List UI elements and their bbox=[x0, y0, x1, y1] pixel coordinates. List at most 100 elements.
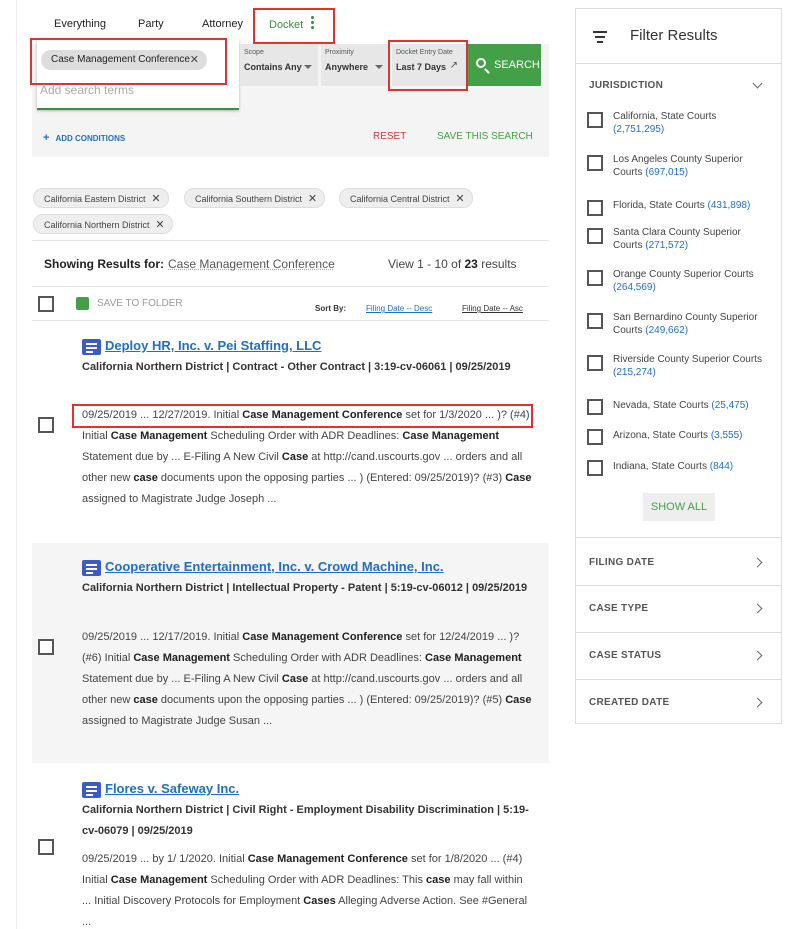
more-vert-icon[interactable] bbox=[311, 16, 315, 31]
search-terms-box[interactable]: Case Management Conference ✕ Add search … bbox=[30, 38, 239, 110]
result-checkbox[interactable] bbox=[38, 639, 54, 655]
tab-party[interactable]: Party bbox=[138, 18, 164, 30]
tab-docket[interactable]: Docket bbox=[253, 8, 335, 44]
filter-title: Filter Results bbox=[630, 27, 718, 44]
result-card: Cooperative Entertainment, Inc. v. Crowd… bbox=[32, 543, 549, 763]
add-conditions-button[interactable]: + ADD CONDITIONS bbox=[43, 132, 125, 144]
close-icon[interactable]: ✕ bbox=[190, 50, 199, 70]
proximity-dropdown[interactable]: Proximity Anywhere bbox=[321, 44, 389, 86]
result-meta: California Northern District | Contract … bbox=[82, 361, 511, 373]
proximity-value: Anywhere bbox=[325, 62, 369, 72]
filter-chip-label: California Northern District bbox=[44, 220, 150, 230]
search-button[interactable]: SEARCH bbox=[468, 44, 541, 86]
caret-down-icon bbox=[375, 65, 383, 69]
scope-dropdown[interactable]: Scope Contains Any bbox=[240, 44, 318, 86]
close-icon[interactable]: ✕ bbox=[155, 215, 164, 235]
highlight-outline bbox=[388, 40, 468, 91]
jurisdiction-checkbox[interactable] bbox=[587, 112, 603, 128]
result-snippet: 09/25/2019 ... by 1/ 1/2020. Initial Cas… bbox=[82, 853, 528, 928]
filing-date-section-title[interactable]: FILING DATE bbox=[589, 557, 654, 568]
jurisdiction-checkbox[interactable] bbox=[587, 155, 603, 171]
filter-chip[interactable]: California Southern District ✕ bbox=[184, 188, 326, 209]
result-checkbox[interactable] bbox=[38, 839, 54, 855]
created-date-section-title[interactable]: CREATED DATE bbox=[589, 697, 669, 708]
filter-sidebar: Filter Results JURISDICTION California, … bbox=[575, 8, 782, 724]
results-for-label: Showing Results for: Case Management Conf… bbox=[44, 257, 335, 271]
document-icon bbox=[82, 560, 101, 576]
filter-chip[interactable]: California Central District ✕ bbox=[339, 188, 473, 208]
close-icon[interactable]: ✕ bbox=[455, 189, 464, 209]
chevron-right-icon[interactable] bbox=[752, 603, 763, 614]
result-title-link[interactable]: Cooperative Entertainment, Inc. v. Crowd… bbox=[105, 559, 444, 574]
result-meta: California Northern District | Intellect… bbox=[82, 582, 528, 594]
jurisdiction-checkbox[interactable] bbox=[587, 399, 603, 415]
plus-icon: + bbox=[43, 132, 50, 144]
results-query: Case Management Conference bbox=[168, 257, 335, 271]
chevron-right-icon[interactable] bbox=[752, 557, 763, 568]
filter-chip[interactable]: California Eastern District ✕ bbox=[33, 188, 169, 208]
jurisdiction-checkbox[interactable] bbox=[587, 460, 603, 476]
sort-filing-date-asc[interactable]: Filing Date -- Asc bbox=[462, 304, 523, 313]
search-term-chip-label: Case Management Conference bbox=[51, 54, 190, 65]
jurisdiction-checkbox[interactable] bbox=[587, 228, 603, 244]
case-status-section-title[interactable]: CASE STATUS bbox=[589, 650, 661, 661]
search-icon bbox=[476, 58, 486, 68]
divider bbox=[576, 537, 781, 538]
sort-filing-date-desc[interactable]: Filing Date -- Desc bbox=[366, 304, 432, 313]
filter-chip-label: California Central District bbox=[350, 194, 450, 204]
tab-attorney[interactable]: Attorney bbox=[202, 18, 243, 30]
folder-save-icon bbox=[76, 297, 89, 310]
search-term-chip[interactable]: Case Management Conference ✕ bbox=[41, 50, 207, 70]
result-checkbox[interactable] bbox=[38, 417, 54, 433]
reset-button[interactable]: RESET bbox=[373, 131, 406, 142]
result-card: Flores v. Safeway Inc. California Northe… bbox=[32, 765, 549, 929]
tab-docket-label: Docket bbox=[269, 19, 304, 31]
document-icon bbox=[82, 782, 101, 798]
chevron-down-icon[interactable] bbox=[752, 78, 763, 89]
divider bbox=[32, 286, 549, 287]
result-title-link[interactable]: Deploy HR, Inc. v. Pei Staffing, LLC bbox=[105, 338, 321, 353]
result-snippet: 09/25/2019 ... 12/17/2019. Initial Case … bbox=[82, 631, 532, 727]
jurisdiction-checkbox[interactable] bbox=[587, 270, 603, 286]
chevron-right-icon[interactable] bbox=[752, 650, 763, 661]
filter-list-icon bbox=[593, 31, 607, 46]
divider bbox=[576, 585, 781, 586]
close-icon[interactable]: ✕ bbox=[308, 189, 317, 209]
document-icon bbox=[82, 339, 101, 355]
show-all-button[interactable]: SHOW ALL bbox=[643, 493, 715, 521]
left-divider bbox=[16, 0, 17, 929]
save-to-folder-button[interactable]: SAVE TO FOLDER bbox=[97, 298, 183, 309]
results-count: View 1 - 10 of 23 results bbox=[388, 257, 517, 271]
page: Everything Party Attorney Docket Case Ma… bbox=[0, 0, 800, 929]
case-type-section-title[interactable]: CASE TYPE bbox=[589, 603, 648, 614]
jurisdiction-checkbox[interactable] bbox=[587, 429, 603, 445]
search-input-placeholder[interactable]: Add search terms bbox=[40, 83, 134, 97]
add-conditions-label: ADD CONDITIONS bbox=[55, 134, 126, 143]
save-search-button[interactable]: SAVE THIS SEARCH bbox=[437, 131, 533, 142]
jurisdiction-section-title[interactable]: JURISDICTION bbox=[589, 80, 663, 91]
filter-header: Filter Results bbox=[576, 9, 781, 64]
input-underline bbox=[37, 108, 239, 110]
jurisdiction-checkbox[interactable] bbox=[587, 355, 603, 371]
close-icon[interactable]: ✕ bbox=[151, 189, 160, 209]
sort-by-label: Sort By: bbox=[315, 304, 347, 313]
filter-chip-label: California Eastern District bbox=[44, 194, 146, 204]
scope-caption: Scope bbox=[244, 49, 264, 56]
proximity-caption: Proximity bbox=[325, 49, 354, 56]
result-title-link[interactable]: Flores v. Safeway Inc. bbox=[105, 781, 239, 796]
tab-everything[interactable]: Everything bbox=[54, 18, 106, 30]
jurisdiction-checkbox[interactable] bbox=[587, 313, 603, 329]
divider bbox=[32, 240, 549, 241]
result-meta: California Northern District | Civil Rig… bbox=[82, 804, 529, 837]
jurisdiction-checkbox[interactable] bbox=[587, 200, 603, 216]
highlight-outline bbox=[72, 404, 533, 428]
caret-down-icon bbox=[304, 65, 312, 69]
result-card: Deploy HR, Inc. v. Pei Staffing, LLC Cal… bbox=[32, 321, 549, 541]
filter-chip[interactable]: California Northern District ✕ bbox=[33, 214, 173, 234]
chevron-right-icon[interactable] bbox=[752, 697, 763, 708]
scope-value: Contains Any bbox=[244, 62, 302, 72]
divider bbox=[576, 632, 781, 633]
select-all-checkbox[interactable] bbox=[38, 296, 54, 312]
divider bbox=[576, 679, 781, 680]
search-button-label: SEARCH bbox=[494, 59, 540, 71]
